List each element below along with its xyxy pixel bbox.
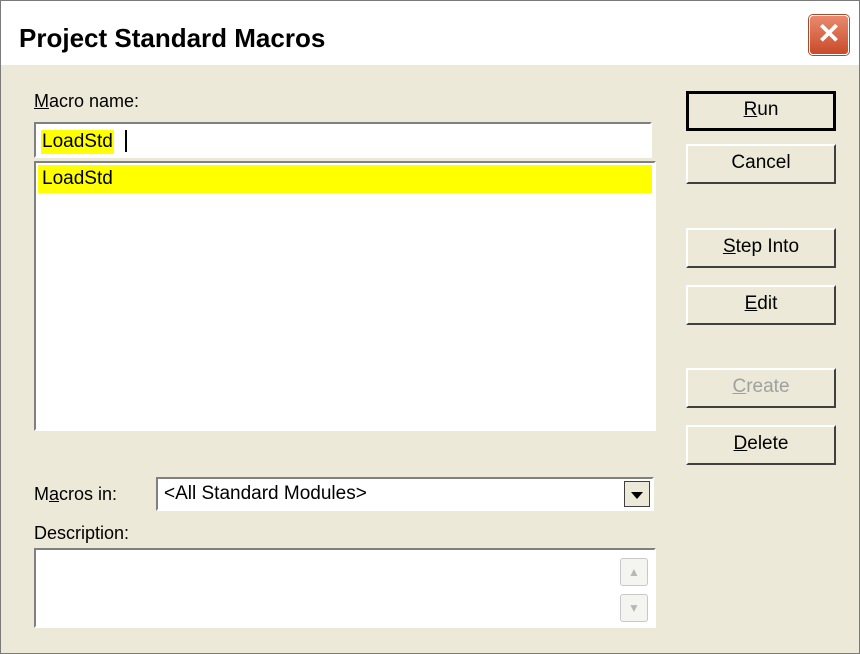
description-field: ▲ ▼ xyxy=(34,548,656,628)
macros-in-value: <All Standard Modules> xyxy=(164,483,367,504)
macros-in-label: Macros in: xyxy=(34,484,118,504)
scroll-up-icon: ▲ xyxy=(620,558,648,586)
close-icon: ✕ xyxy=(817,18,841,49)
close-button[interactable]: ✕ xyxy=(809,15,849,55)
macro-name-value: LoadStd xyxy=(41,130,114,154)
text-caret xyxy=(125,130,127,152)
step-into-button[interactable]: Step Into xyxy=(686,228,836,268)
chevron-down-icon[interactable] xyxy=(624,481,650,507)
create-button: Create xyxy=(686,368,836,408)
edit-button[interactable]: Edit xyxy=(686,285,836,325)
dialog-title: Project Standard Macros xyxy=(19,23,326,53)
macro-list[interactable]: LoadStd xyxy=(34,161,656,431)
cancel-button[interactable]: Cancel xyxy=(686,144,836,184)
scroll-down-icon: ▼ xyxy=(620,594,648,622)
macros-in-select[interactable]: <All Standard Modules> xyxy=(156,477,654,511)
description-label: Description: xyxy=(34,523,130,543)
macro-name-input[interactable]: LoadStd xyxy=(34,122,652,158)
delete-button[interactable]: Delete xyxy=(686,425,836,465)
macro-name-label: Macro name: xyxy=(34,91,140,111)
list-item[interactable]: LoadStd xyxy=(38,165,652,193)
title-bar: Project Standard Macros ✕ xyxy=(1,1,859,65)
macros-dialog: Project Standard Macros ✕ Macro name: Lo… xyxy=(0,0,860,654)
run-button[interactable]: Run xyxy=(686,91,836,131)
